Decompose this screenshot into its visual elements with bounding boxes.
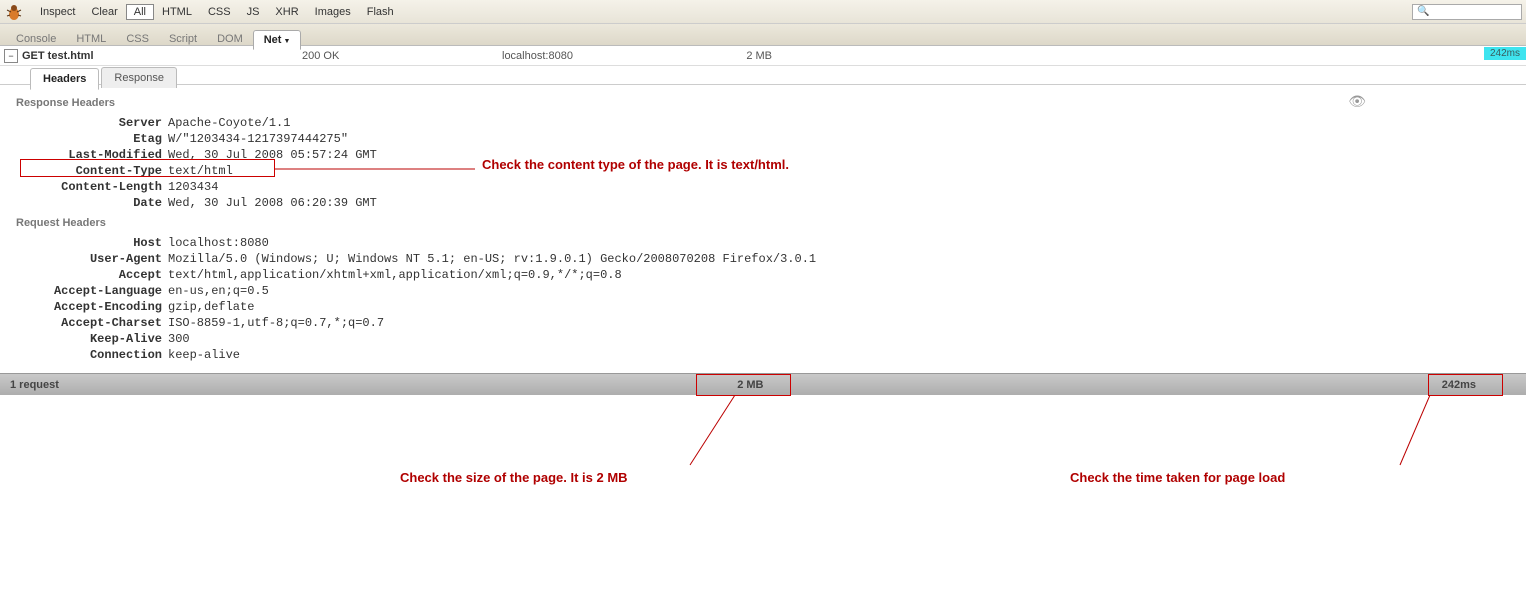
header-key: Last-Modified [16, 147, 168, 163]
header-key: Accept [16, 267, 168, 283]
header-value: en-us,en;q=0.5 [168, 283, 269, 299]
header-value: Wed, 30 Jul 2008 06:20:39 GMT [168, 195, 377, 211]
annotation-time: Check the time taken for page load [1070, 470, 1285, 485]
filter-js[interactable]: JS [239, 4, 268, 20]
request-row[interactable]: − GET test.html 200 OK localhost:8080 2 … [0, 46, 1526, 66]
header-row: User-AgentMozilla/5.0 (Windows; U; Windo… [16, 251, 1510, 267]
panel-tab-dom[interactable]: DOM [207, 30, 253, 48]
clear-button[interactable]: Clear [83, 4, 125, 20]
header-value: 300 [168, 331, 190, 347]
header-key: Content-Type [16, 163, 168, 179]
sub-tabs: HeadersResponse [0, 66, 1526, 85]
header-value: ISO-8859-1,utf-8;q=0.7,*;q=0.7 [168, 315, 384, 331]
filter-images[interactable]: Images [307, 4, 359, 20]
header-row: Content-Length1203434 [16, 179, 1510, 195]
status-size: 2 MB [710, 379, 790, 391]
annotations-area: Check the size of the page. It is 2 MB C… [0, 395, 1526, 505]
header-key: Accept-Encoding [16, 299, 168, 315]
filter-flash[interactable]: Flash [359, 4, 402, 20]
header-row: Keep-Alive300 [16, 331, 1510, 347]
request-name: GET test.html [22, 50, 302, 62]
main-toolbar: Inspect Clear AllHTMLCSSJSXHRImagesFlash… [0, 0, 1526, 24]
header-row: Accept-Languageen-us,en;q=0.5 [16, 283, 1510, 299]
header-value: keep-alive [168, 347, 240, 363]
header-row: Hostlocalhost:8080 [16, 235, 1510, 251]
panel-tabs: ConsoleHTMLCSSScriptDOMNet▼ [0, 24, 1526, 46]
eye-icon[interactable]: 👁 [1348, 93, 1366, 110]
header-value: gzip,deflate [168, 299, 254, 315]
header-row: Connectionkeep-alive [16, 347, 1510, 363]
header-value: Mozilla/5.0 (Windows; U; Windows NT 5.1;… [168, 251, 816, 267]
header-key: Server [16, 115, 168, 131]
header-row: DateWed, 30 Jul 2008 06:20:39 GMT [16, 195, 1510, 211]
status-requests: 1 request [10, 379, 59, 391]
header-key: Keep-Alive [16, 331, 168, 347]
panel-tab-script[interactable]: Script [159, 30, 207, 48]
header-key: Content-Length [16, 179, 168, 195]
annotation-content-type: Check the content type of the page. It i… [482, 157, 789, 172]
header-value: 1203434 [168, 179, 218, 195]
status-time: 242ms [1442, 379, 1476, 391]
annotation-size: Check the size of the page. It is 2 MB [400, 470, 628, 485]
header-key: User-Agent [16, 251, 168, 267]
panel-tab-net[interactable]: Net▼ [253, 30, 302, 50]
header-value: text/html,application/xhtml+xml,applicat… [168, 267, 622, 283]
response-headers-title: Response Headers [16, 97, 1510, 109]
header-row: Accept-CharsetISO-8859-1,utf-8;q=0.7,*;q… [16, 315, 1510, 331]
header-value: Apache-Coyote/1.1 [168, 115, 290, 131]
header-value: W/"1203434-1217397444275" [168, 131, 348, 147]
header-value: localhost:8080 [168, 235, 269, 251]
panel-tab-css[interactable]: CSS [116, 30, 159, 48]
filter-html[interactable]: HTML [154, 4, 200, 20]
header-row: ServerApache-Coyote/1.1 [16, 115, 1510, 131]
panel-tab-console[interactable]: Console [6, 30, 66, 48]
request-status: 200 OK [302, 50, 502, 62]
request-size: 2 MB [712, 50, 772, 62]
header-value: Wed, 30 Jul 2008 05:57:24 GMT [168, 147, 377, 163]
header-row: EtagW/"1203434-1217397444275" [16, 131, 1510, 147]
header-key: Accept-Language [16, 283, 168, 299]
search-input[interactable]: 🔍 [1412, 4, 1522, 20]
headers-panel: 👁 Response Headers ServerApache-Coyote/1… [0, 85, 1526, 373]
filter-all[interactable]: All [126, 4, 154, 20]
search-icon: 🔍 [1417, 6, 1429, 17]
header-key: Accept-Charset [16, 315, 168, 331]
panel-tab-html[interactable]: HTML [66, 30, 116, 48]
header-key: Etag [16, 131, 168, 147]
chevron-down-icon: ▼ [283, 38, 290, 45]
firebug-icon [4, 2, 24, 22]
header-key: Date [16, 195, 168, 211]
collapse-icon[interactable]: − [4, 49, 18, 63]
header-row: Accepttext/html,application/xhtml+xml,ap… [16, 267, 1510, 283]
request-domain: localhost:8080 [502, 50, 712, 62]
header-row: Accept-Encodinggzip,deflate [16, 299, 1510, 315]
status-bar: 1 request 2 MB 242ms [0, 373, 1526, 395]
request-headers-title: Request Headers [16, 217, 1510, 229]
filter-css[interactable]: CSS [200, 4, 239, 20]
request-timeline: 242ms [780, 47, 1526, 65]
header-key: Host [16, 235, 168, 251]
header-value: text/html [168, 163, 233, 179]
filter-xhr[interactable]: XHR [267, 4, 306, 20]
request-time-badge: 242ms [1484, 47, 1526, 60]
header-key: Connection [16, 347, 168, 363]
inspect-button[interactable]: Inspect [32, 4, 83, 20]
